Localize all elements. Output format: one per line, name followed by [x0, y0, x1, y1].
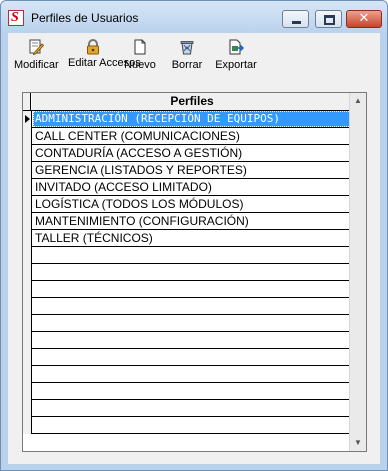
- lock-icon: [85, 39, 101, 55]
- row-indicator[interactable]: [23, 264, 32, 281]
- row-indicator[interactable]: [23, 247, 32, 264]
- edit-pencil-icon: [28, 39, 45, 56]
- close-icon: ✕: [358, 11, 370, 26]
- profiles-window: S Perfiles de Usuarios ✕ Modificar Edita…: [0, 0, 388, 471]
- grid-header: Perfiles: [23, 93, 352, 111]
- export-label: Exportar: [215, 59, 257, 71]
- table-row[interactable]: TALLER (TÉCNICOS): [23, 230, 352, 247]
- export-icon: [228, 39, 245, 55]
- new-document-icon: [132, 39, 148, 55]
- row-indicator[interactable]: [23, 145, 32, 162]
- profile-cell[interactable]: CONTADURÍA (ACCESO A GESTIÓN): [33, 145, 353, 161]
- row-indicator[interactable]: [23, 332, 32, 349]
- empty-row[interactable]: [23, 400, 352, 417]
- profile-cell[interactable]: [33, 298, 353, 314]
- profile-cell[interactable]: CALL CENTER (COMUNICACIONES): [33, 128, 353, 144]
- row-indicator[interactable]: [23, 196, 32, 213]
- new-label: Nuevo: [124, 59, 156, 71]
- modify-button[interactable]: Modificar: [14, 39, 59, 72]
- row-indicator[interactable]: [23, 162, 32, 179]
- row-indicator[interactable]: [23, 281, 32, 298]
- profile-cell[interactable]: [33, 247, 353, 263]
- row-indicator[interactable]: [23, 349, 32, 366]
- profile-cell[interactable]: LOGÍSTICA (TODOS LOS MÓDULOS): [33, 196, 353, 212]
- empty-row[interactable]: [23, 298, 352, 315]
- empty-row[interactable]: [23, 247, 352, 264]
- vertical-scrollbar[interactable]: ▲ ▼: [349, 93, 366, 451]
- scroll-up-arrow-icon[interactable]: ▲: [350, 93, 366, 109]
- profiles-grid[interactable]: Perfiles ADMINISTRACIÓN (RECEPCIÓN DE EQ…: [22, 92, 367, 452]
- profile-cell[interactable]: TALLER (TÉCNICOS): [33, 230, 353, 246]
- empty-row[interactable]: [23, 349, 352, 366]
- profile-cell[interactable]: GERENCIA (LISTADOS Y REPORTES): [33, 162, 353, 178]
- row-indicator[interactable]: [23, 400, 32, 417]
- table-row[interactable]: CONTADURÍA (ACCESO A GESTIÓN): [23, 145, 352, 162]
- empty-row[interactable]: [23, 417, 352, 434]
- window-title: Perfiles de Usuarios: [31, 11, 139, 25]
- profile-cell[interactable]: ADMINISTRACIÓN (RECEPCIÓN DE EQUIPOS): [33, 111, 353, 127]
- profile-cell[interactable]: [33, 264, 353, 280]
- minimize-button[interactable]: [282, 10, 309, 28]
- table-row[interactable]: LOGÍSTICA (TODOS LOS MÓDULOS): [23, 196, 352, 213]
- empty-row[interactable]: [23, 281, 352, 298]
- maximize-button[interactable]: [315, 10, 342, 28]
- row-indicator[interactable]: [23, 213, 32, 230]
- edit-access-label: Editar Accesos: [68, 57, 141, 69]
- row-indicator[interactable]: [23, 315, 32, 332]
- scroll-down-arrow-icon[interactable]: ▼: [350, 435, 366, 451]
- profile-cell[interactable]: MANTENIMIENTO (CONFIGURACIÓN): [33, 213, 353, 229]
- grid-rows: ADMINISTRACIÓN (RECEPCIÓN DE EQUIPOS) CAL…: [23, 111, 353, 434]
- profile-cell[interactable]: [33, 315, 353, 331]
- profile-cell[interactable]: INVITADO (ACCESO LIMITADO): [33, 179, 353, 195]
- empty-row[interactable]: [23, 383, 352, 400]
- row-indicator[interactable]: [23, 366, 32, 383]
- window-client-area: Modificar Editar Accesos Nuevo Borrar Ex…: [8, 33, 380, 464]
- profile-cell[interactable]: [33, 366, 353, 382]
- row-indicator[interactable]: [23, 417, 32, 434]
- row-indicator[interactable]: [23, 111, 32, 128]
- empty-row[interactable]: [23, 366, 352, 383]
- edit-access-button[interactable]: Editar Accesos: [68, 39, 141, 70]
- title-bar[interactable]: S Perfiles de Usuarios ✕: [1, 1, 387, 33]
- column-header-perfiles[interactable]: Perfiles: [32, 93, 352, 110]
- maximize-icon: [324, 15, 335, 25]
- empty-row[interactable]: [23, 332, 352, 349]
- row-indicator[interactable]: [23, 179, 32, 196]
- delete-label: Borrar: [171, 59, 203, 71]
- toolbar: Modificar Editar Accesos Nuevo Borrar Ex…: [8, 33, 380, 89]
- row-indicator[interactable]: [23, 383, 32, 400]
- profile-cell[interactable]: [33, 332, 353, 348]
- table-row[interactable]: GERENCIA (LISTADOS Y REPORTES): [23, 162, 352, 179]
- minimize-icon: [292, 21, 301, 24]
- table-row[interactable]: ADMINISTRACIÓN (RECEPCIÓN DE EQUIPOS): [23, 111, 353, 128]
- recycle-bin-icon: [179, 39, 195, 55]
- close-button[interactable]: ✕: [346, 10, 382, 28]
- profile-cell[interactable]: [33, 383, 353, 399]
- empty-row[interactable]: [23, 264, 352, 281]
- profile-cell[interactable]: [33, 349, 353, 365]
- table-row[interactable]: INVITADO (ACCESO LIMITADO): [23, 179, 352, 196]
- row-indicator[interactable]: [23, 128, 32, 145]
- new-button[interactable]: Nuevo: [121, 39, 159, 72]
- app-logo-icon: S: [8, 10, 24, 26]
- row-indicator[interactable]: [23, 298, 32, 315]
- row-indicator[interactable]: [23, 230, 32, 247]
- empty-row[interactable]: [23, 315, 352, 332]
- table-row[interactable]: MANTENIMIENTO (CONFIGURACIÓN): [23, 213, 352, 230]
- header-row-indicator: [23, 93, 31, 110]
- profile-cell[interactable]: [33, 400, 353, 416]
- delete-button[interactable]: Borrar: [168, 39, 206, 72]
- profile-cell[interactable]: [33, 281, 353, 297]
- current-row-pointer-icon: [25, 115, 30, 123]
- table-row[interactable]: CALL CENTER (COMUNICACIONES): [23, 128, 352, 145]
- modify-label: Modificar: [14, 59, 59, 71]
- profile-cell[interactable]: [33, 417, 353, 433]
- export-button[interactable]: Exportar: [213, 39, 259, 72]
